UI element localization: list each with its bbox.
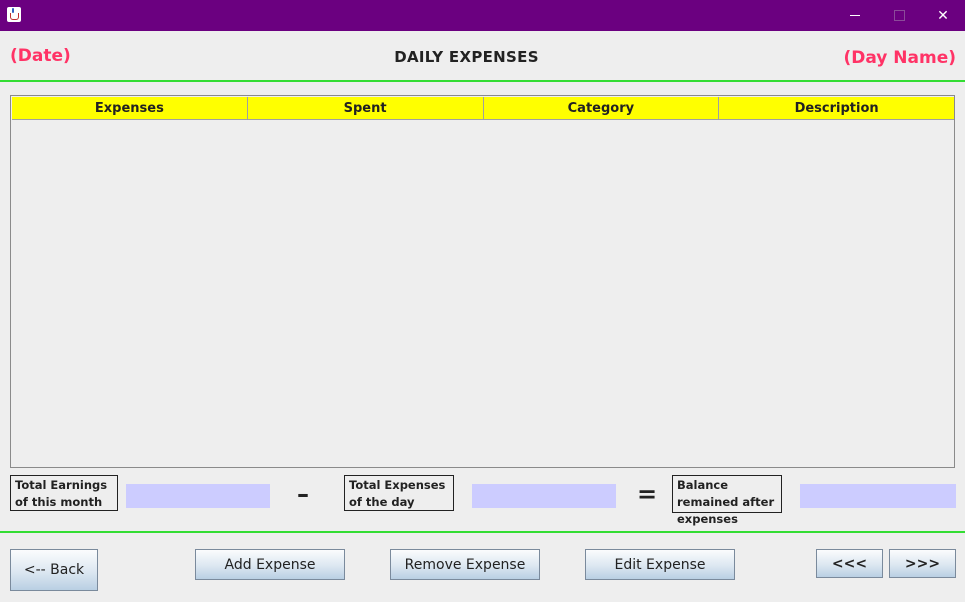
footer-divider [0,531,965,533]
balance-field[interactable] [800,484,956,508]
column-header-category[interactable]: Category [483,97,720,120]
column-header-description[interactable]: Description [719,97,954,120]
close-icon: ✕ [937,7,949,24]
day-name-label: (Day Name) [843,48,956,68]
minimize-button[interactable] [832,0,878,31]
minus-symbol: – [297,480,309,508]
column-header-expenses[interactable]: Expenses [12,97,248,120]
previous-button[interactable]: <<< [816,549,883,578]
back-button[interactable]: <-- Back [10,549,98,591]
header-divider [0,80,965,82]
next-button[interactable]: >>> [889,549,956,578]
total-earnings-field[interactable] [126,484,270,508]
total-earnings-label: Total Earnings of this month [10,475,118,511]
minimize-icon [850,15,860,16]
java-app-icon [7,7,21,22]
page-title: DAILY EXPENSES [394,48,539,66]
window-titlebar: ✕ [0,0,965,31]
edit-expense-button[interactable]: Edit Expense [585,549,735,580]
equals-symbol: = [637,480,658,508]
add-expense-button[interactable]: Add Expense [195,549,345,580]
expenses-table[interactable]: Expenses Spent Category Description [10,95,955,468]
close-button[interactable]: ✕ [920,0,965,31]
java-cup-icon-part [10,13,19,20]
remove-expense-button[interactable]: Remove Expense [390,549,540,580]
balance-label: Balance remained after expenses [672,475,782,526]
total-expenses-field[interactable] [472,484,616,508]
table-header: Expenses Spent Category Description [12,97,954,120]
total-expenses-label: Total Expenses of the day [344,475,454,511]
maximize-icon [893,10,905,21]
maximize-button[interactable] [876,0,922,31]
column-header-spent[interactable]: Spent [247,97,484,120]
